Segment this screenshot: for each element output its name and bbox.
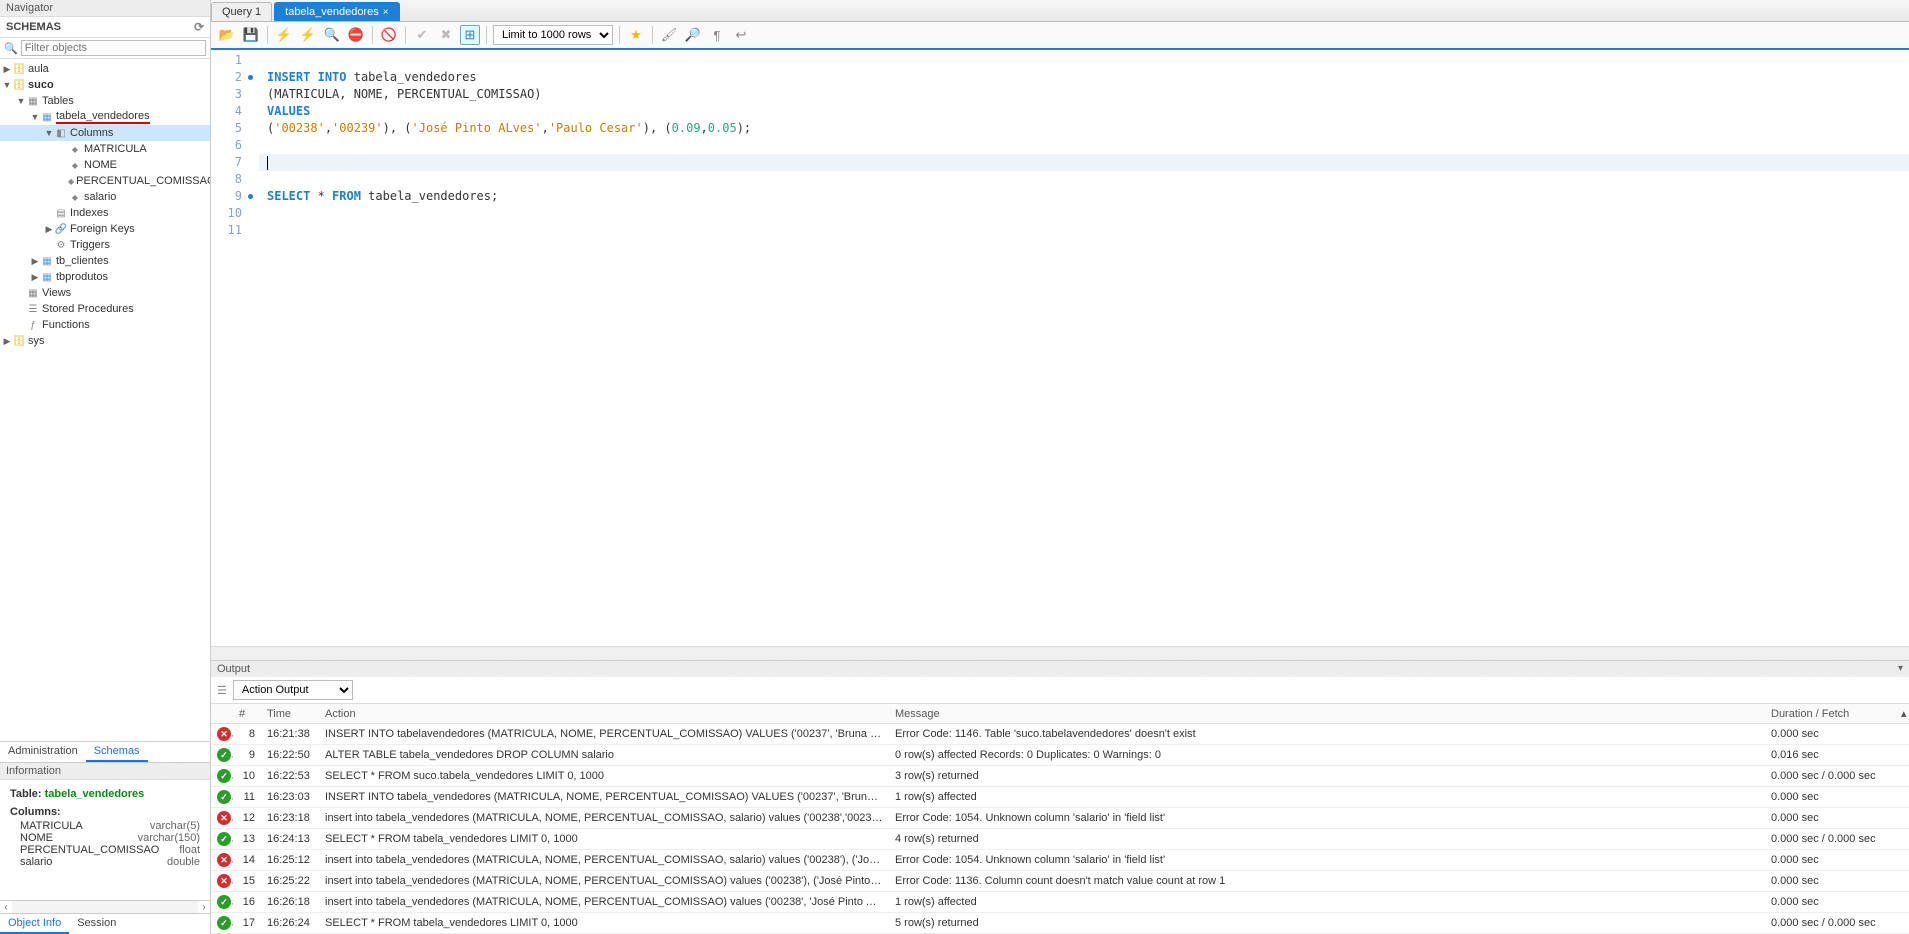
- limit-rows-select[interactable]: Limit to 1000 rows: [493, 25, 613, 45]
- status-ok-icon: ✓: [217, 769, 231, 783]
- toggle-autocommit-icon[interactable]: 🚫: [379, 25, 399, 45]
- information-body: Table: tabela_vendedores Columns: MATRIC…: [0, 780, 210, 900]
- status-error-icon: ✕: [217, 874, 231, 888]
- collapse-output-icon[interactable]: ▾: [1898, 663, 1903, 675]
- code-body[interactable]: INSERT INTO tabela_vendedores (MATRICULA…: [259, 50, 1909, 646]
- output-row[interactable]: ✓1016:22:53SELECT * FROM suco.tabela_ven…: [211, 766, 1909, 787]
- tree-item-functions[interactable]: ƒFunctions: [0, 317, 210, 333]
- status-ok-icon: ✓: [217, 790, 231, 804]
- tree-item-stored-procedures[interactable]: ☰Stored Procedures: [0, 301, 210, 317]
- output-row[interactable]: ✕816:21:38INSERT INTO tabelavendedores (…: [211, 724, 1909, 745]
- status-error-icon: ✕: [217, 853, 231, 867]
- tree-item-tables[interactable]: ▼▦Tables: [0, 93, 210, 109]
- filter-objects-input[interactable]: [21, 40, 206, 56]
- tree-item-columns[interactable]: ▼◧Columns: [0, 125, 210, 141]
- invisible-chars-icon[interactable]: ¶: [707, 25, 727, 45]
- tree-item-tabela-vendedores[interactable]: ▼▦tabela_vendedores: [0, 109, 210, 125]
- tab-administration[interactable]: Administration: [0, 742, 86, 762]
- status-ok-icon: ✓: [217, 895, 231, 909]
- close-icon[interactable]: ×: [383, 7, 389, 18]
- output-row[interactable]: ✓1716:26:24SELECT * FROM tabela_vendedor…: [211, 913, 1909, 934]
- find-icon[interactable]: 🔎: [683, 25, 703, 45]
- output-title: Output: [217, 663, 250, 675]
- editor-tab-bar: Query 1 tabela_vendedores×: [211, 0, 1909, 22]
- open-file-icon[interactable]: 📂: [217, 25, 237, 45]
- tab-schemas[interactable]: Schemas: [86, 742, 148, 762]
- col-message[interactable]: Message: [889, 704, 1765, 724]
- output-row[interactable]: ✓1316:24:13SELECT * FROM tabela_vendedor…: [211, 829, 1909, 850]
- tab-session[interactable]: Session: [69, 914, 124, 934]
- output-row[interactable]: ✓1616:26:18insert into tabela_vendedores…: [211, 892, 1909, 913]
- search-icon: 🔍: [4, 42, 18, 55]
- tree-col-salario[interactable]: ◆salario: [0, 189, 210, 205]
- save-file-icon[interactable]: 💾: [241, 25, 261, 45]
- tree-item-tb-clientes[interactable]: ▶▦tb_clientes: [0, 253, 210, 269]
- editor-tab-query1[interactable]: Query 1: [211, 2, 272, 21]
- explain-icon[interactable]: 🔍: [322, 25, 342, 45]
- commit-icon[interactable]: ✔: [412, 25, 432, 45]
- tree-col-nome[interactable]: ◆NOME: [0, 157, 210, 173]
- editor-panel: Query 1 tabela_vendedores× 📂 💾 ⚡ ⚡ 🔍 ⛔ 🚫…: [211, 0, 1909, 934]
- tree-item-foreign-keys[interactable]: ▶🔗Foreign Keys: [0, 221, 210, 237]
- tree-item-sys[interactable]: ▶🗄sys: [0, 333, 210, 349]
- sql-editor[interactable]: 1 2 3 4 5 6 7 8 9 10 11 INSERT INTO tabe…: [211, 50, 1909, 646]
- editor-scrollbar[interactable]: [211, 646, 1909, 660]
- status-error-icon: ✕: [217, 727, 231, 741]
- tab-object-info[interactable]: Object Info: [0, 914, 69, 934]
- output-type-select[interactable]: Action Output: [233, 680, 353, 700]
- scroll-up-icon[interactable]: ▴: [1895, 704, 1909, 724]
- output-row[interactable]: ✕1416:25:12insert into tabela_vendedores…: [211, 850, 1909, 871]
- output-grid-icon[interactable]: ☰: [217, 684, 227, 697]
- schema-tree[interactable]: ▶🗄aula ▼🗄suco ▼▦Tables ▼▦tabela_vendedor…: [0, 59, 210, 741]
- tree-item-views[interactable]: ▦Views: [0, 285, 210, 301]
- refresh-icon[interactable]: ⟳: [194, 20, 204, 34]
- output-row[interactable]: ✓916:22:50ALTER TABLE tabela_vendedores …: [211, 745, 1909, 766]
- output-grid[interactable]: # Time Action Message Duration / Fetch ▴…: [211, 704, 1909, 934]
- status-error-icon: ✕: [217, 811, 231, 825]
- tree-item-triggers[interactable]: ⚙Triggers: [0, 237, 210, 253]
- execute-current-icon[interactable]: ⚡: [298, 25, 318, 45]
- scroll-right-icon[interactable]: ›: [198, 902, 210, 913]
- scroll-left-icon[interactable]: ‹: [0, 902, 12, 913]
- col-num[interactable]: #: [233, 704, 261, 724]
- status-ok-icon: ✓: [217, 748, 231, 762]
- output-row[interactable]: ✕1216:23:18insert into tabela_vendedores…: [211, 808, 1909, 829]
- tree-item-indexes[interactable]: ▤Indexes: [0, 205, 210, 221]
- beautify-icon[interactable]: ★: [626, 25, 646, 45]
- stop-icon[interactable]: ⛔: [346, 25, 366, 45]
- output-row[interactable]: ✕1516:25:22insert into tabela_vendedores…: [211, 871, 1909, 892]
- brush-icon[interactable]: 🖌: [659, 25, 679, 45]
- information-title: Information: [0, 762, 210, 780]
- status-ok-icon: ✓: [217, 916, 231, 930]
- navigator-panel: Navigator SCHEMAS ⟳ 🔍 ▶🗄aula ▼🗄suco ▼▦Ta…: [0, 0, 211, 934]
- info-scrollbar[interactable]: [12, 901, 198, 913]
- tree-item-tbprodutos[interactable]: ▶▦tbprodutos: [0, 269, 210, 285]
- editor-toolbar: 📂 💾 ⚡ ⚡ 🔍 ⛔ 🚫 ✔ ✖ ⊞ Limit to 1000 rows ★…: [211, 22, 1909, 50]
- output-row[interactable]: ✓1116:23:03INSERT INTO tabela_vendedores…: [211, 787, 1909, 808]
- tree-col-matricula[interactable]: ◆MATRICULA: [0, 141, 210, 157]
- gutter: 1 2 3 4 5 6 7 8 9 10 11: [211, 50, 259, 646]
- wrap-icon[interactable]: ↩: [731, 25, 751, 45]
- schemas-label: SCHEMAS: [6, 21, 61, 33]
- editor-tab-tabela-vendedores[interactable]: tabela_vendedores×: [274, 2, 399, 21]
- tree-item-suco[interactable]: ▼🗄suco: [0, 77, 210, 93]
- tree-col-percentual[interactable]: ◆PERCENTUAL_COMISSAO: [0, 173, 210, 189]
- navigator-title: Navigator: [0, 0, 210, 17]
- rollback-icon[interactable]: ✖: [436, 25, 456, 45]
- status-ok-icon: ✓: [217, 832, 231, 846]
- col-action[interactable]: Action: [319, 704, 889, 724]
- tree-item-aula[interactable]: ▶🗄aula: [0, 61, 210, 77]
- execute-icon[interactable]: ⚡: [274, 25, 294, 45]
- toggle-wrap-icon[interactable]: ⊞: [460, 25, 480, 45]
- col-time[interactable]: Time: [261, 704, 319, 724]
- col-duration[interactable]: Duration / Fetch: [1765, 704, 1895, 724]
